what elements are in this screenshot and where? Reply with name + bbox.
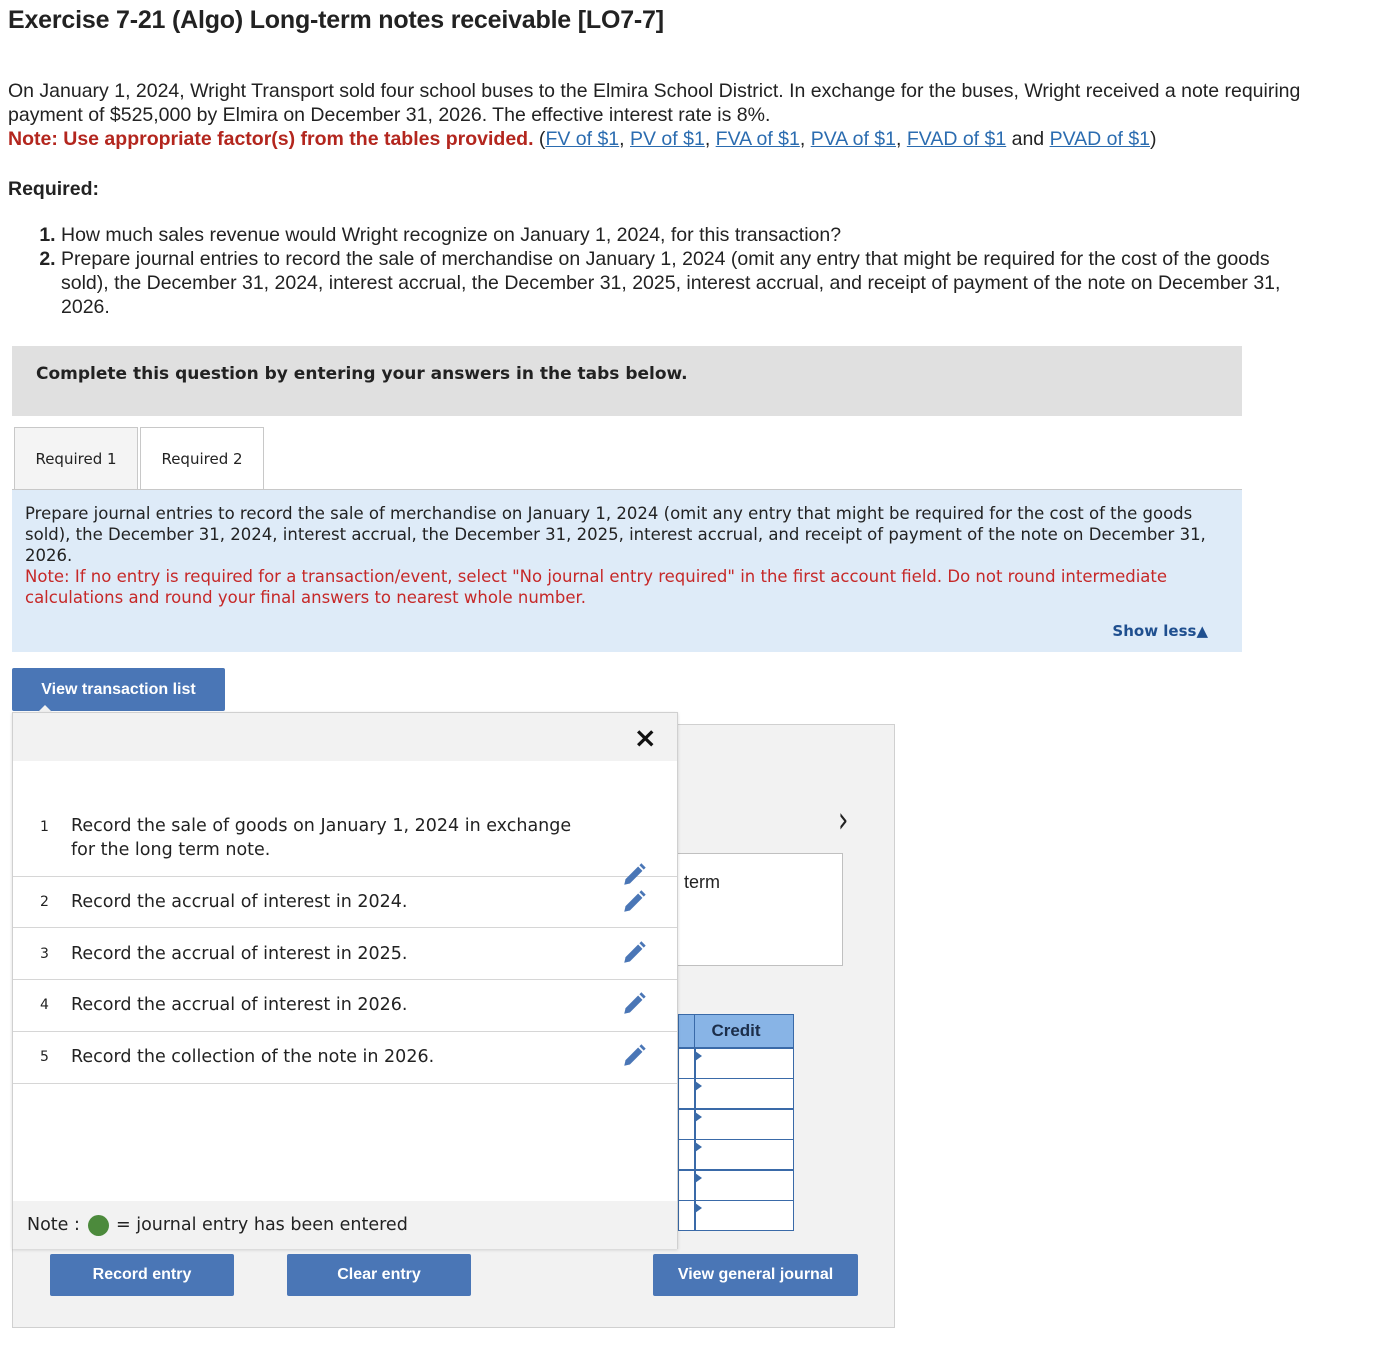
instructions-note: Note: If no entry is required for a tran…	[25, 567, 1168, 607]
show-less-link[interactable]: Show less▲	[1112, 621, 1208, 642]
paren-open: (	[533, 128, 546, 150]
note-label: Note :	[27, 1215, 80, 1235]
credit-input[interactable]	[678, 1048, 794, 1079]
credit-input-field[interactable]	[694, 1201, 793, 1230]
transaction-number: 2	[40, 894, 49, 910]
transaction-number: 5	[40, 1049, 49, 1065]
transaction-row[interactable]: 5 Record the collection of the note in 2…	[13, 1032, 677, 1084]
paren-close: )	[1150, 128, 1157, 150]
link-fv[interactable]: FV of $1	[545, 128, 619, 150]
description-text: term	[684, 872, 720, 892]
transaction-text: Record the collection of the note in 202…	[71, 1047, 435, 1067]
credit-input[interactable]	[678, 1078, 794, 1109]
transaction-row[interactable]: 3 Record the accrual of interest in 2025…	[13, 928, 677, 980]
tab-required-2[interactable]: Required 2	[140, 427, 264, 490]
credit-input[interactable]	[678, 1170, 794, 1201]
cell-marker-icon	[695, 1081, 702, 1091]
credit-header-label: Credit	[711, 1021, 761, 1040]
transaction-row[interactable]: 4 Record the accrual of interest in 2026…	[13, 980, 677, 1032]
required-item: How much sales revenue would Wright reco…	[61, 223, 1311, 247]
instructions-text: Prepare journal entries to record the sa…	[25, 504, 1206, 565]
pencil-icon[interactable]	[621, 940, 647, 966]
credit-input-field[interactable]	[694, 1049, 793, 1078]
banner-text: Complete this question by entering your …	[36, 364, 688, 384]
link-pvad[interactable]: PVAD of $1	[1050, 128, 1150, 150]
transaction-number: 4	[40, 997, 49, 1013]
required-heading: Required:	[8, 178, 100, 200]
transaction-number: 1	[40, 819, 49, 835]
transaction-row[interactable]: 2 Record the accrual of interest in 2024…	[13, 877, 677, 928]
link-pva[interactable]: PVA of $1	[811, 128, 896, 150]
credit-input[interactable]	[678, 1139, 794, 1170]
entered-dot-icon	[88, 1215, 109, 1236]
clear-entry-button[interactable]: Clear entry	[287, 1254, 471, 1296]
transaction-text: Record the accrual of interest in 2024.	[71, 892, 408, 912]
link-and: and	[1006, 128, 1050, 150]
pencil-icon[interactable]	[621, 1043, 647, 1069]
transaction-text: Record the sale of goods on January 1, 2…	[71, 816, 572, 860]
credit-input-field[interactable]	[694, 1079, 793, 1108]
cell-marker-icon	[695, 1203, 702, 1213]
problem-paragraph: On January 1, 2024, Wright Transport sol…	[8, 80, 1301, 126]
note-text: = journal entry has been entered	[116, 1215, 408, 1235]
cell-marker-icon	[695, 1112, 702, 1122]
problem-intro: On January 1, 2024, Wright Transport sol…	[8, 79, 1308, 151]
page-title: Exercise 7-21 (Algo) Long-term notes rec…	[8, 6, 664, 34]
tabs-banner: Complete this question by entering your …	[12, 346, 1242, 416]
instructions-panel: Prepare journal entries to record the sa…	[12, 490, 1242, 652]
link-sep: ,	[896, 128, 907, 150]
tab-required-1[interactable]: Required 1	[14, 427, 138, 489]
required-item: Prepare journal entries to record the sa…	[61, 247, 1311, 319]
credit-input-field[interactable]	[694, 1140, 793, 1169]
required-list: How much sales revenue would Wright reco…	[8, 223, 1311, 319]
cell-marker-icon	[695, 1051, 702, 1061]
transaction-text: Record the accrual of interest in 2025.	[71, 944, 408, 964]
transaction-number: 3	[40, 946, 49, 962]
credit-input-field[interactable]	[694, 1171, 793, 1200]
link-fvad[interactable]: FVAD of $1	[907, 128, 1006, 150]
credit-column-header: Credit	[678, 1014, 794, 1048]
tables-note: Note: Use appropriate factor(s) from the…	[8, 128, 534, 150]
credit-input[interactable]	[678, 1200, 794, 1231]
popup-header: ×	[13, 713, 677, 761]
link-sep: ,	[619, 128, 630, 150]
next-arrow-icon[interactable]: ›	[838, 800, 848, 842]
link-fva[interactable]: FVA of $1	[716, 128, 800, 150]
link-sep: ,	[704, 128, 716, 150]
link-pv[interactable]: PV of $1	[630, 128, 705, 150]
link-sep: ,	[799, 128, 811, 150]
pencil-icon[interactable]	[621, 889, 647, 915]
transaction-list-popup: × 1 Record the sale of goods on January …	[12, 712, 678, 1249]
view-general-journal-button[interactable]: View general journal	[653, 1254, 858, 1296]
legend-note: Note : = journal entry has been entered	[13, 1201, 677, 1249]
close-icon[interactable]: ×	[634, 721, 657, 754]
cell-marker-icon	[695, 1142, 702, 1152]
transaction-row[interactable]: 1 Record the sale of goods on January 1,…	[13, 761, 677, 885]
cell-marker-icon	[695, 1173, 702, 1183]
pencil-icon[interactable]	[621, 991, 647, 1017]
transaction-text: Record the accrual of interest in 2026.	[71, 995, 408, 1015]
credit-input-field[interactable]	[694, 1110, 793, 1139]
record-entry-button[interactable]: Record entry	[50, 1254, 234, 1296]
journal-description-box: term	[677, 853, 843, 966]
column-divider	[694, 1015, 695, 1047]
credit-input[interactable]	[678, 1109, 794, 1140]
